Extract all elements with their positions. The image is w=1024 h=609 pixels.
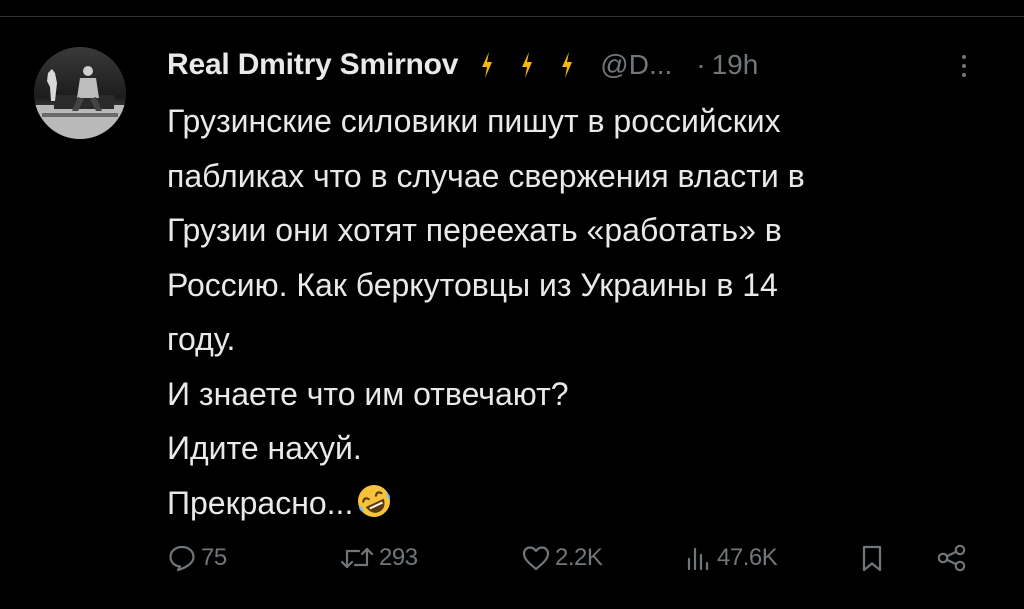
- reply-count: 75: [201, 544, 227, 571]
- top-divider: [0, 16, 1024, 17]
- display-name[interactable]: Real Dmitry Smirnov: [167, 48, 458, 82]
- views-count: 47.6K: [717, 544, 778, 571]
- bar-chart-icon: [687, 547, 709, 571]
- tweet-line-last: Прекрасно...: [167, 476, 982, 531]
- bookmark-icon: [862, 545, 882, 572]
- repost-button[interactable]: 293: [339, 538, 418, 578]
- action-bar: 75 293 2.2K 47.6K: [167, 538, 982, 578]
- post-time[interactable]: 19h: [712, 49, 759, 81]
- like-count: 2.2K: [555, 544, 603, 571]
- share-button[interactable]: [935, 538, 969, 578]
- lightning-icon: [562, 52, 573, 78]
- tweet-line: Россию. Как беркутовцы из Украины в 14: [167, 266, 778, 303]
- more-vertical-icon[interactable]: [957, 52, 971, 82]
- tweet-line: Идите нахуй.: [167, 430, 362, 466]
- tweet-line: Грузии они хотят переехать «работать» в: [167, 212, 782, 248]
- tweet-line: Грузинские силовики пишут в российских: [167, 103, 781, 139]
- speech-bubble-icon: [169, 545, 195, 572]
- separator-dot: ·: [696, 49, 706, 80]
- tweet-line: пабликах что в случае свержения власти в: [167, 157, 805, 194]
- reply-button[interactable]: 75: [167, 538, 227, 578]
- heart-icon: [522, 546, 550, 571]
- tweet-line: году.: [167, 321, 236, 357]
- avatar[interactable]: [34, 47, 126, 139]
- name-badges: [480, 51, 574, 79]
- tweet-line: Прекрасно...: [167, 484, 354, 521]
- like-button[interactable]: 2.2K: [521, 538, 603, 578]
- tweet-text: Грузинские силовики пишут в российских п…: [167, 94, 982, 530]
- user-handle[interactable]: @D...: [600, 49, 672, 81]
- tweet-line: И знаете что им отвечают?: [167, 375, 569, 412]
- views-button[interactable]: 47.6K: [685, 538, 778, 578]
- tweet-header: Real Dmitry Smirnov @D... · 19h: [167, 44, 987, 86]
- lightning-icon: [522, 52, 533, 78]
- bookmark-button[interactable]: [859, 538, 885, 578]
- lightning-icon: [482, 52, 493, 78]
- repost-arrows-icon: [340, 547, 374, 569]
- share-icon: [937, 544, 966, 572]
- repost-count: 293: [379, 544, 418, 571]
- rolling-on-floor-laughing-emoji: [358, 484, 391, 517]
